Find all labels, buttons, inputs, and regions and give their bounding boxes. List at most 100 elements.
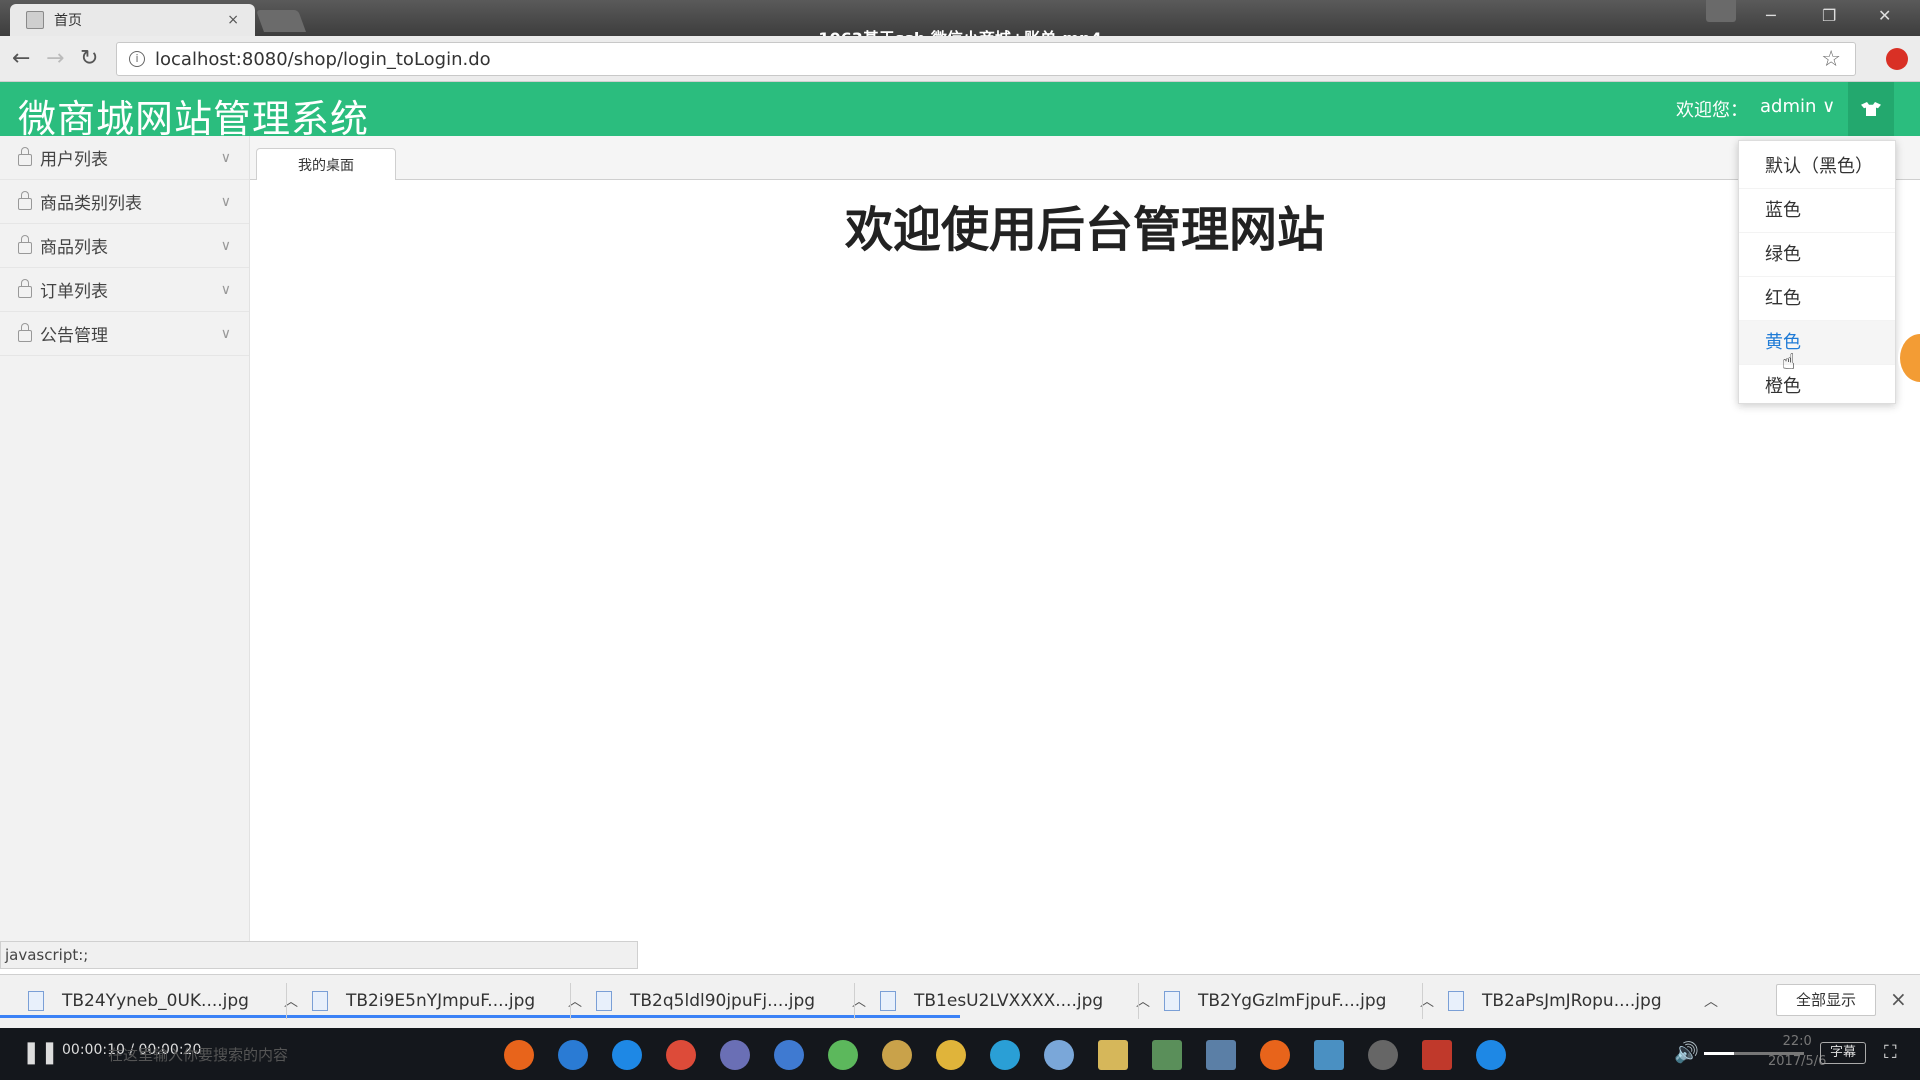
- divider: [854, 983, 855, 1019]
- firefox-icon[interactable]: [1260, 1040, 1290, 1070]
- app-icon[interactable]: [720, 1040, 750, 1070]
- chevron-up-icon[interactable]: ︿: [1704, 991, 1718, 1011]
- clock-time: 22:0: [1782, 1034, 1812, 1049]
- download-item[interactable]: TB1esU2LVXXXX....jpg ︿: [880, 983, 1150, 1019]
- shirt-icon: [1861, 102, 1881, 116]
- firefox-icon[interactable]: [504, 1040, 534, 1070]
- app-icon[interactable]: [1422, 1040, 1452, 1070]
- image-file-icon: [312, 991, 328, 1011]
- profile-icon[interactable]: [1706, 0, 1736, 22]
- download-item[interactable]: TB2i9E5nYJmpuF....jpg ︿: [312, 983, 582, 1019]
- bookmark-star-icon[interactable]: ☆: [1821, 47, 1841, 72]
- main-content: 欢迎使用后台管理网站: [250, 180, 1920, 941]
- sidebar-item-label: 用户列表: [40, 150, 108, 170]
- volume-icon[interactable]: 🔊: [1674, 1040, 1699, 1064]
- skin-option-blue[interactable]: 蓝色: [1739, 189, 1895, 233]
- skin-option-red[interactable]: 红色: [1739, 277, 1895, 321]
- lock-icon: [18, 146, 32, 166]
- lock-icon: [18, 322, 32, 342]
- download-item[interactable]: TB2YgGzlmFjpuF....jpg ︿: [1164, 983, 1434, 1019]
- restore-icon[interactable]: ❐: [1822, 6, 1836, 25]
- skin-dropdown-menu: 默认（黑色） 蓝色 绿色 红色 黄色 橙色: [1738, 140, 1896, 409]
- app-icon[interactable]: [1314, 1040, 1344, 1070]
- window-close-icon[interactable]: ✕: [1878, 6, 1891, 25]
- extension-icon[interactable]: [1886, 48, 1908, 70]
- download-item[interactable]: TB24Yyneb_0UK....jpg ︿: [28, 983, 298, 1019]
- url-input[interactable]: i localhost:8080/shop/login_toLogin.do ☆: [116, 42, 1856, 76]
- app-icon[interactable]: [828, 1040, 858, 1070]
- gear-icon[interactable]: [1368, 1040, 1398, 1070]
- divider: [1422, 983, 1423, 1019]
- info-icon[interactable]: i: [129, 51, 145, 67]
- image-file-icon: [1448, 991, 1464, 1011]
- divider: [570, 983, 571, 1019]
- pause-icon[interactable]: ❚❚: [22, 1040, 59, 1065]
- taskbar: ❚❚ 00:00:10 / 00:00:20 在这里输入你要搜索的内容 🔊 22…: [0, 1028, 1920, 1080]
- app-icon[interactable]: [936, 1040, 966, 1070]
- status-link-preview: javascript:;: [0, 941, 638, 969]
- tab-my-desktop[interactable]: 我的桌面: [256, 148, 396, 180]
- lock-icon: [18, 278, 32, 298]
- divider: [1138, 983, 1139, 1019]
- skin-option-default[interactable]: 默认（黑色）: [1739, 145, 1895, 189]
- sidebar-item-categories[interactable]: 商品类别列表 ∨: [0, 180, 249, 224]
- user-menu[interactable]: admin ∨: [1760, 96, 1835, 117]
- sidebar-item-orders[interactable]: 订单列表 ∨: [0, 268, 249, 312]
- divider: [286, 983, 287, 1019]
- close-downloads-icon[interactable]: ×: [1890, 987, 1907, 1011]
- skin-option-green[interactable]: 绿色: [1739, 233, 1895, 277]
- download-item[interactable]: TB2aPsJmJRopu....jpg ︿: [1448, 983, 1718, 1019]
- content-tab-bar: 我的桌面: [250, 136, 1920, 180]
- skin-option-yellow[interactable]: 黄色: [1739, 321, 1895, 365]
- download-filename: TB1esU2LVXXXX....jpg: [914, 991, 1104, 1011]
- ie-icon[interactable]: [612, 1040, 642, 1070]
- sidebar-item-products[interactable]: 商品列表 ∨: [0, 224, 249, 268]
- forward-icon[interactable]: →: [46, 46, 64, 71]
- app-icon[interactable]: [1044, 1040, 1074, 1070]
- help-icon[interactable]: [1476, 1040, 1506, 1070]
- download-filename: TB2i9E5nYJmpuF....jpg: [346, 991, 536, 1011]
- sidebar-item-announcements[interactable]: 公告管理 ∨: [0, 312, 249, 356]
- chevron-down-icon: ∨: [220, 281, 231, 298]
- taskbar-search-input[interactable]: 在这里输入你要搜索的内容: [108, 1044, 288, 1065]
- url-text: localhost:8080/shop/login_toLogin.do: [155, 48, 491, 70]
- skin-button[interactable]: [1848, 82, 1894, 136]
- chevron-down-icon: ∨: [220, 237, 231, 254]
- back-icon[interactable]: ←: [12, 46, 30, 71]
- fullscreen-icon[interactable]: ⛶: [1884, 1042, 1897, 1063]
- app-icon[interactable]: [774, 1040, 804, 1070]
- download-item[interactable]: TB2q5ldl90jpuFj....jpg ︿: [596, 983, 866, 1019]
- clock-date: 2017/5/6: [1768, 1054, 1827, 1069]
- volume-slider-fill: [1704, 1052, 1734, 1055]
- hand-cursor-icon: ☝: [1782, 350, 1796, 375]
- welcome-label: 欢迎您：: [1676, 100, 1748, 121]
- folder-icon[interactable]: [1098, 1040, 1128, 1070]
- download-filename: TB24Yyneb_0UK....jpg: [62, 991, 249, 1011]
- sidebar-item-label: 商品类别列表: [40, 194, 142, 214]
- app-title: 微商城网站管理系统: [18, 97, 370, 141]
- minimize-icon[interactable]: ─: [1766, 6, 1776, 25]
- app-icon[interactable]: [990, 1040, 1020, 1070]
- system-clock: 22:0 2017/5/6: [1768, 1032, 1826, 1072]
- chevron-down-icon: ∨: [220, 325, 231, 342]
- address-bar: ← → ↻ i localhost:8080/shop/login_toLogi…: [0, 36, 1920, 82]
- image-file-icon: [1164, 991, 1180, 1011]
- lock-icon: [18, 234, 32, 254]
- chrome-icon[interactable]: [666, 1040, 696, 1070]
- image-file-icon: [596, 991, 612, 1011]
- subtitle-button[interactable]: 字幕: [1820, 1042, 1866, 1064]
- skin-option-orange[interactable]: 橙色: [1739, 365, 1895, 409]
- sidebar-item-label: 公告管理: [40, 326, 108, 346]
- show-all-downloads-button[interactable]: 全部显示: [1776, 984, 1876, 1016]
- app-header: 微商城网站管理系统 欢迎您： admin ∨: [0, 82, 1920, 141]
- sidebar-item-users[interactable]: 用户列表 ∨: [0, 136, 249, 180]
- download-filename: TB2aPsJmJRopu....jpg: [1482, 991, 1662, 1011]
- download-filename: TB2q5ldl90jpuFj....jpg: [630, 991, 816, 1011]
- app-icon[interactable]: [1152, 1040, 1182, 1070]
- image-file-icon: [28, 991, 44, 1011]
- reload-icon[interactable]: ↻: [80, 46, 98, 71]
- chevron-down-icon: ∨: [220, 149, 231, 166]
- sogou-icon[interactable]: [558, 1040, 588, 1070]
- app-icon[interactable]: [882, 1040, 912, 1070]
- app-icon[interactable]: [1206, 1040, 1236, 1070]
